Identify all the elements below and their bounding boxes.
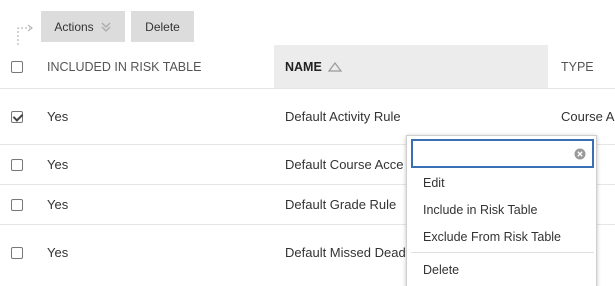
row-included: Yes: [47, 109, 69, 124]
menu-search-field[interactable]: [411, 139, 594, 168]
row-check-cell: [0, 89, 34, 144]
menu-item-exclude-from-risk-table[interactable]: Exclude From Risk Table: [423, 230, 561, 244]
context-menu: Edit Include in Risk Table Exclude From …: [406, 135, 597, 286]
action-toolbar: Actions Delete: [0, 0, 615, 45]
row-check-cell: [0, 185, 34, 224]
delete-button-label: Delete: [145, 19, 180, 34]
column-header-name[interactable]: NAME: [274, 45, 548, 88]
column-header-included[interactable]: INCLUDED IN RISK TABLE: [34, 45, 274, 88]
select-all-cell: [0, 45, 34, 88]
sort-ascending-icon: [327, 61, 342, 72]
select-all-checkbox[interactable]: [11, 60, 23, 73]
column-header-type-label: TYPE: [561, 59, 594, 74]
tree-connector-icon: [17, 24, 33, 45]
menu-divider: [411, 252, 594, 253]
row-checkbox[interactable]: [11, 246, 23, 259]
column-header-type[interactable]: TYPE: [548, 45, 615, 88]
row-checkbox[interactable]: [11, 158, 23, 171]
actions-button-label: Actions: [54, 19, 94, 34]
actions-button[interactable]: Actions: [41, 11, 125, 42]
column-header-included-label: INCLUDED IN RISK TABLE: [47, 59, 202, 74]
clear-search-icon[interactable]: [574, 148, 586, 160]
column-header-name-label: NAME: [285, 59, 322, 74]
row-included: Yes: [47, 197, 69, 212]
row-included: Yes: [47, 245, 69, 260]
menu-item-include-in-risk-table[interactable]: Include in Risk Table: [423, 203, 537, 217]
row-included: Yes: [47, 157, 69, 172]
row-check-cell: [0, 225, 34, 280]
delete-button[interactable]: Delete: [131, 11, 194, 42]
menu-search-input[interactable]: [413, 141, 592, 166]
menu-item-edit[interactable]: Edit: [423, 176, 445, 190]
row-checkbox[interactable]: [11, 198, 23, 211]
row-check-cell: [0, 145, 34, 184]
double-chevron-down-icon: [101, 22, 111, 32]
menu-item-delete[interactable]: Delete: [423, 263, 459, 277]
row-checkbox[interactable]: [11, 110, 23, 123]
